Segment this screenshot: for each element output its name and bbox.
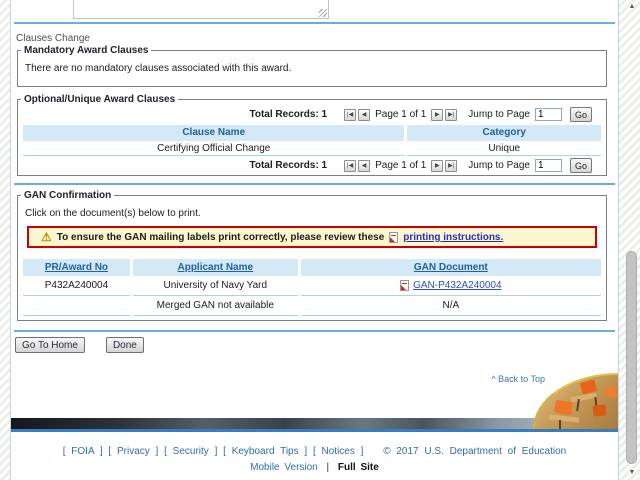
pdf-icon <box>389 231 399 243</box>
category-cell: Unique <box>407 141 601 156</box>
warning-icon: ⚠ <box>41 230 52 244</box>
mandatory-clauses-fieldset: Mandatory Award Clauses There are no man… <box>17 45 607 87</box>
section-divider <box>14 183 615 185</box>
clauses-change-label: Clauses Change <box>16 33 90 44</box>
content-panel: Clauses Change Mandatory Award Clauses T… <box>10 0 619 480</box>
printing-instructions-link[interactable]: printing instructions. <box>403 232 503 243</box>
last-page-button[interactable]: ▶| <box>445 108 458 121</box>
pagination-bottom: Total Records: 1 |◀ ◀ Page 1 of 1 ▶ ▶| J… <box>18 158 592 173</box>
mandatory-clauses-legend: Mandatory Award Clauses <box>24 45 149 56</box>
go-to-home-button[interactable]: Go To Home <box>15 337 85 353</box>
footer-banner-bar <box>11 418 618 429</box>
scrollbar-up-arrow-icon[interactable]: ▲ <box>626 2 638 12</box>
pr-award-no-cell: P432A240004 <box>23 276 130 296</box>
footer-blue-bar <box>11 429 618 432</box>
gan-document-header[interactable]: GAN Document <box>300 259 601 276</box>
applicant-name-cell: University of Navy Yard <box>132 276 298 296</box>
printing-warning-banner: ⚠ To ensure the GAN mailing labels print… <box>27 226 597 248</box>
footer-site-toggle-row: Mobile Version | Full Site <box>11 462 618 473</box>
pr-award-no-cell <box>23 296 130 316</box>
gan-document-cell: N/A <box>300 296 601 316</box>
page-indicator: Page 1 of 1 <box>375 160 427 171</box>
section-divider <box>14 330 615 332</box>
pagination-top: Total Records: 1 |◀ ◀ Page 1 of 1 ▶ ▶| J… <box>18 107 592 122</box>
prev-page-button[interactable]: ◀ <box>358 159 371 172</box>
merged-gan-status-cell: Merged GAN not available <box>132 296 298 316</box>
gan-confirmation-fieldset: GAN Confirmation Click on the document(s… <box>17 190 607 321</box>
footer-link-security[interactable]: [ Security ] <box>164 446 217 457</box>
table-header-row: Clause Name Category <box>23 125 601 141</box>
footer-link-foia[interactable]: [ FOIA ] <box>63 446 103 457</box>
go-button[interactable]: Go <box>569 158 592 173</box>
table-header-row: PR/Award No Applicant Name GAN Document <box>23 259 601 276</box>
page-indicator: Page 1 of 1 <box>375 109 427 120</box>
applicant-name-header[interactable]: Applicant Name <box>132 259 298 276</box>
footer-links-row: [ FOIA ] [ Privacy ] [ Security ] [ Keyb… <box>11 446 618 457</box>
next-page-button[interactable]: ▶ <box>431 108 444 121</box>
optional-clauses-fieldset: Optional/Unique Award Clauses Total Reco… <box>17 94 607 176</box>
pdf-icon <box>400 280 410 291</box>
mandatory-clauses-empty-text: There are no mandatory clauses associate… <box>25 63 292 74</box>
optional-clauses-table: Clause Name Category Certifying Official… <box>23 125 601 156</box>
total-records-label: Total Records: 1 <box>249 109 328 120</box>
last-page-button[interactable]: ▶| <box>445 159 458 172</box>
go-button[interactable]: Go <box>569 107 592 122</box>
jump-to-page-label: Jump to Page <box>468 160 530 171</box>
category-header: Category <box>407 125 601 141</box>
textarea-resize-handle[interactable] <box>319 9 327 17</box>
gan-document-link[interactable]: GAN-P432A240004 <box>413 276 501 296</box>
footer-link-notices[interactable]: [ Notices ] <box>313 446 363 457</box>
scrollbar-thumb[interactable] <box>626 251 637 464</box>
copyright-text: © 2017 U.S. Department of Education <box>383 446 567 457</box>
table-row: Certifying Official Change Unique <box>23 141 601 156</box>
jump-to-page-input[interactable] <box>534 159 562 172</box>
warning-text: To ensure the GAN mailing labels print c… <box>56 231 385 243</box>
first-page-button[interactable]: |◀ <box>344 159 357 172</box>
clause-name-header: Clause Name <box>23 125 405 141</box>
footer-divider: | <box>326 462 330 473</box>
table-row: P432A240004 University of Navy Yard GAN-… <box>23 276 601 296</box>
next-page-button[interactable]: ▶ <box>431 159 444 172</box>
prev-page-button[interactable]: ◀ <box>358 108 371 121</box>
pr-award-no-header[interactable]: PR/Award No <box>23 259 130 276</box>
jump-to-page-input[interactable] <box>534 108 562 121</box>
gan-instruction-text: Click on the document(s) below to print. <box>25 208 201 219</box>
optional-clauses-legend: Optional/Unique Award Clauses <box>24 94 176 105</box>
action-buttons-row: Go To Home Done <box>15 337 144 353</box>
clause-name-cell: Certifying Official Change <box>23 141 405 156</box>
back-to-top-link[interactable]: ^ Back to Top <box>491 374 545 384</box>
gan-table: PR/Award No Applicant Name GAN Document … <box>23 259 601 316</box>
comments-textarea[interactable] <box>73 0 329 19</box>
jump-to-page-label: Jump to Page <box>468 109 530 120</box>
total-records-label: Total Records: 1 <box>249 160 328 171</box>
footer-link-privacy[interactable]: [ Privacy ] <box>108 446 158 457</box>
classroom-decorative-image <box>533 373 618 429</box>
section-divider <box>14 22 615 24</box>
table-row: Merged GAN not available N/A <box>23 296 601 316</box>
first-page-button[interactable]: |◀ <box>344 108 357 121</box>
gan-confirmation-legend: GAN Confirmation <box>24 190 112 201</box>
mobile-version-link[interactable]: Mobile Version <box>250 462 318 473</box>
scrollbar-down-arrow-icon[interactable]: ▼ <box>626 468 638 478</box>
gan-document-cell: GAN-P432A240004 <box>300 276 601 296</box>
footer-link-keyboard-tips[interactable]: [ Keyboard Tips ] <box>223 446 307 457</box>
done-button[interactable]: Done <box>105 337 144 353</box>
full-site-link[interactable]: Full Site <box>338 462 379 473</box>
